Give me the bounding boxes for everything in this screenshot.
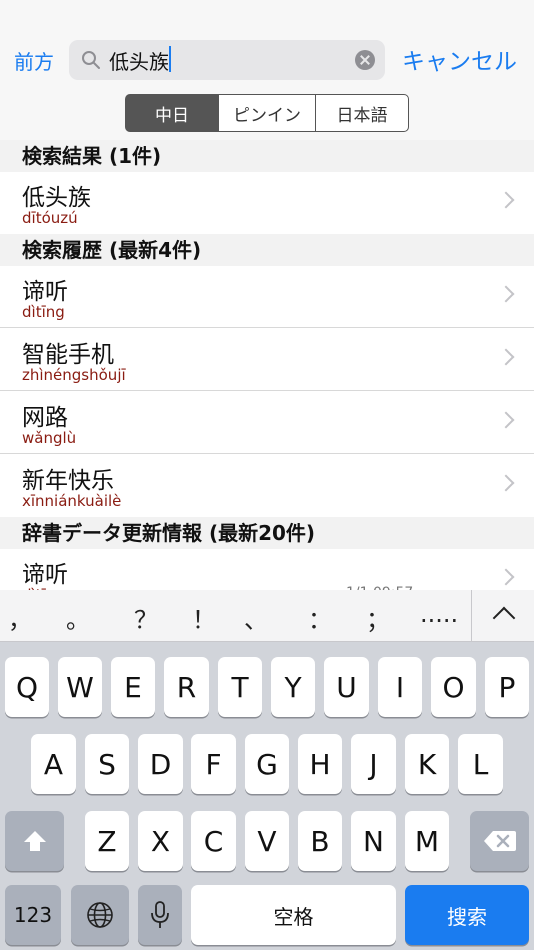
chevron-right-icon xyxy=(497,474,515,492)
entry-hanzi: 新年快乐 xyxy=(22,468,114,494)
punct-period-key[interactable]: 。 xyxy=(66,600,90,635)
entry-hanzi: 智能手机 xyxy=(22,342,114,368)
chevron-right-icon xyxy=(497,411,515,429)
segment-chinese-japanese[interactable]: 中日 xyxy=(125,94,219,132)
entry-hanzi: 谛听 xyxy=(22,279,68,305)
keyboard: ， 。 ？ ！ 、 ： ； ..... Q W E R T Y U I O P … xyxy=(0,590,534,950)
list-item[interactable]: 低头族 dītóuzú xyxy=(0,172,534,234)
entry-hanzi: 低头族 xyxy=(22,185,91,211)
key-o[interactable]: O xyxy=(431,657,476,717)
list-item[interactable]: 谛听 dìtīng xyxy=(0,266,534,328)
key-k[interactable]: K xyxy=(405,734,449,794)
punct-semicolon-key[interactable]: ； xyxy=(366,600,390,635)
key-q[interactable]: Q xyxy=(5,657,49,717)
key-s[interactable]: S xyxy=(85,734,129,794)
back-button[interactable]: 前方 xyxy=(14,46,54,75)
key-u[interactable]: U xyxy=(324,657,369,717)
delete-key[interactable] xyxy=(470,811,529,871)
key-g[interactable]: G xyxy=(245,734,289,794)
entry-pinyin: zhìnéngshǒujī xyxy=(22,366,126,384)
section-header-history: 検索履歴 (最新4件) xyxy=(0,234,534,266)
key-e[interactable]: E xyxy=(111,657,155,717)
mic-key[interactable] xyxy=(138,885,182,945)
punct-exclaim-key[interactable]: ！ xyxy=(192,600,216,635)
punct-colon-key[interactable]: ： xyxy=(308,600,332,635)
punct-enum-comma-key[interactable]: 、 xyxy=(244,600,268,635)
search-field[interactable] xyxy=(69,40,385,80)
section-header-results: 検索結果 (1件) xyxy=(0,140,534,172)
navigation-bar: 前方 キャンセル xyxy=(0,0,534,90)
punct-comma-key[interactable]: ， xyxy=(8,600,32,635)
key-y[interactable]: Y xyxy=(271,657,315,717)
segment-bar: 中日 ピンイン 日本語 xyxy=(0,90,534,140)
chevron-up-icon[interactable] xyxy=(471,590,534,642)
list-item[interactable]: 新年快乐 xīnniánkuàilè xyxy=(0,455,534,517)
space-key[interactable]: 空格 xyxy=(191,885,396,945)
search-key[interactable]: 搜索 xyxy=(405,885,529,945)
divider xyxy=(0,453,534,454)
key-x[interactable]: X xyxy=(138,811,183,871)
segment-pinyin[interactable]: ピンイン xyxy=(218,94,316,132)
shift-key[interactable] xyxy=(5,811,64,871)
search-input[interactable] xyxy=(109,46,339,74)
entry-hanzi: 网路 xyxy=(22,405,68,431)
key-d[interactable]: D xyxy=(138,734,183,794)
key-w[interactable]: W xyxy=(58,657,102,717)
segment-japanese[interactable]: 日本語 xyxy=(315,94,409,132)
key-r[interactable]: R xyxy=(164,657,209,717)
chevron-right-icon xyxy=(497,348,515,366)
punctuation-bar: ， 。 ？ ！ 、 ： ； ..... xyxy=(0,590,534,642)
key-a[interactable]: A xyxy=(31,734,76,794)
numbers-key[interactable]: 123 xyxy=(5,885,61,945)
clear-icon[interactable] xyxy=(355,50,375,70)
key-v[interactable]: V xyxy=(245,811,289,871)
key-t[interactable]: T xyxy=(218,657,262,717)
magnifier-icon xyxy=(82,51,100,69)
entry-pinyin: xīnniánkuàilè xyxy=(22,492,122,510)
microphone-icon xyxy=(151,901,169,928)
entry-pinyin: dītóuzú xyxy=(22,209,78,227)
globe-key[interactable] xyxy=(71,885,129,945)
shift-icon xyxy=(23,831,46,851)
key-p[interactable]: P xyxy=(485,657,529,717)
punct-question-key[interactable]: ？ xyxy=(134,600,158,635)
key-m[interactable]: M xyxy=(405,811,449,871)
chevron-right-icon xyxy=(497,285,515,303)
key-f[interactable]: F xyxy=(191,734,236,794)
list-item[interactable]: 智能手机 zhìnéngshǒujī xyxy=(0,329,534,391)
key-l[interactable]: L xyxy=(458,734,503,794)
entry-pinyin: wǎnglù xyxy=(22,429,77,447)
cancel-button[interactable]: キャンセル xyxy=(402,42,517,76)
chevron-right-icon xyxy=(497,191,515,209)
section-header-updates: 辞書データ更新情報 (最新20件) xyxy=(0,517,534,549)
key-j[interactable]: J xyxy=(351,734,396,794)
delete-icon xyxy=(483,831,516,851)
key-z[interactable]: Z xyxy=(85,811,129,871)
key-h[interactable]: H xyxy=(298,734,342,794)
key-n[interactable]: N xyxy=(351,811,396,871)
chevron-right-icon xyxy=(497,568,515,586)
key-c[interactable]: C xyxy=(191,811,236,871)
entry-hanzi: 谛听 xyxy=(22,562,68,588)
divider xyxy=(0,390,534,391)
punct-ellipsis-key[interactable]: ..... xyxy=(420,600,458,628)
key-b[interactable]: B xyxy=(298,811,342,871)
text-cursor xyxy=(169,46,171,72)
entry-pinyin: dìtīng xyxy=(22,303,65,321)
globe-icon xyxy=(87,902,113,928)
list-item[interactable]: 网路 wǎnglù xyxy=(0,392,534,454)
divider xyxy=(0,327,534,328)
key-i[interactable]: I xyxy=(378,657,422,717)
